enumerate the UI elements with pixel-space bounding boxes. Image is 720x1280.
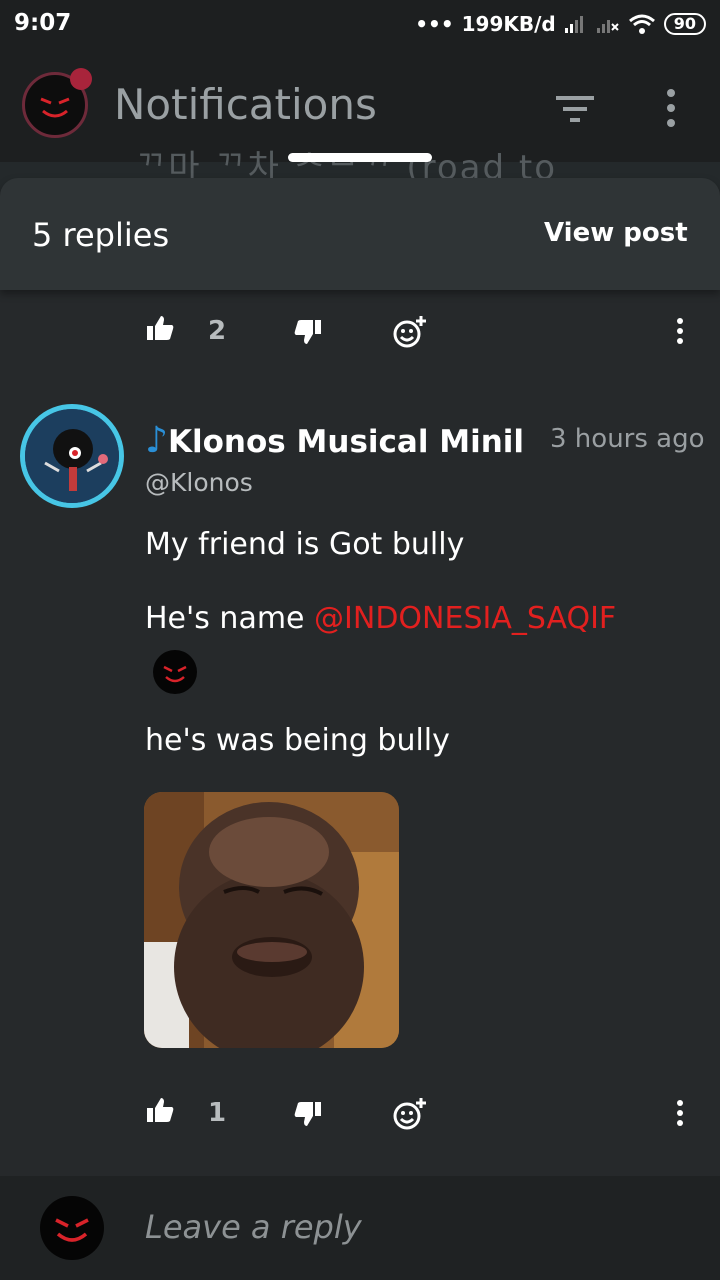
cartoon-character-icon: [25, 409, 119, 503]
sheet-drag-handle[interactable]: [288, 153, 432, 162]
like-count: 1: [208, 1098, 227, 1128]
like-button[interactable]: [146, 1096, 174, 1124]
thumbs-up-icon: [147, 1098, 174, 1122]
music-note-icon: ♪: [145, 420, 168, 461]
comment-options-icon[interactable]: [674, 318, 686, 344]
author-avatar[interactable]: [20, 404, 124, 508]
reply-count: 5 replies: [32, 216, 170, 254]
comment-line-2: He's name @INDONESIA_SAQIF: [145, 601, 616, 636]
comment-line-3: he's was being bully: [145, 723, 450, 758]
add-reaction-button[interactable]: [392, 314, 428, 350]
dislike-button[interactable]: [294, 1100, 322, 1128]
like-button[interactable]: [146, 314, 174, 342]
view-post-button[interactable]: View post: [544, 218, 688, 248]
like-count: 2: [208, 316, 227, 346]
evil-face-icon: [55, 1218, 89, 1242]
status-time: 9:07: [14, 10, 72, 36]
mentioned-user-avatar[interactable]: [153, 650, 197, 694]
signal-no-service-icon: [596, 20, 619, 33]
reply-input[interactable]: Leave a reply: [145, 1208, 362, 1246]
evil-face-icon: [163, 665, 187, 683]
comment-line-2-text: He's name: [145, 601, 315, 636]
thumbs-down-icon: [294, 1102, 321, 1126]
comment-image[interactable]: [144, 792, 399, 1048]
user-mention-link[interactable]: @INDONESIA_SAQIF: [314, 601, 616, 636]
comment-line-1: My friend is Got bully: [145, 527, 465, 562]
current-user-avatar: [40, 1196, 104, 1260]
add-emoji-icon: [393, 316, 426, 348]
more-options-icon[interactable]: [664, 88, 678, 128]
notification-badge: [70, 68, 92, 90]
comment-timestamp: 3 hours ago: [540, 424, 705, 454]
crying-man-photo: [144, 792, 399, 1048]
add-emoji-icon: [393, 1098, 426, 1130]
thumbs-up-icon: [147, 316, 174, 340]
network-speed: 199KB/d: [461, 12, 556, 36]
comment-options-icon[interactable]: [674, 1100, 686, 1126]
notification-dots: •••: [415, 12, 454, 36]
wifi-icon: [628, 14, 655, 34]
dislike-button[interactable]: [294, 318, 322, 346]
add-reaction-button[interactable]: [392, 1096, 428, 1132]
status-icons: ••• 199KB/d 90: [415, 12, 706, 36]
author-name[interactable]: Klonos Musical Minil: [168, 424, 524, 460]
battery-indicator: 90: [663, 13, 706, 35]
filter-icon[interactable]: [556, 94, 594, 124]
signal-icon: [564, 16, 583, 33]
page-title: Notifications: [114, 80, 377, 129]
thumbs-down-icon: [294, 320, 321, 344]
author-handle[interactable]: @Klonos: [145, 468, 253, 497]
